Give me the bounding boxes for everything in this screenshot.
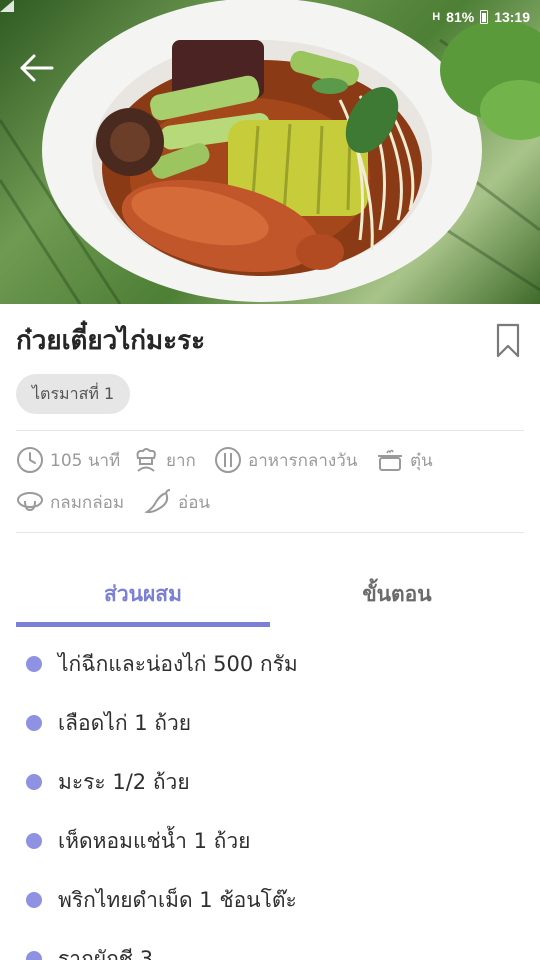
pot-icon xyxy=(378,449,402,471)
back-button[interactable] xyxy=(14,48,58,88)
bookmark-button[interactable] xyxy=(494,322,522,360)
bullet-dot xyxy=(26,774,42,790)
list-item: รากผักชี 3 xyxy=(0,939,540,960)
meta-meal-label: อาหารกลางวัน xyxy=(248,450,358,471)
list-item: พริกไทยดำเม็ด 1 ช้อนโต๊ะ xyxy=(0,880,540,920)
ingredient-text: ไก่ฉีกและน่องไก่ 500 กรัม xyxy=(58,651,298,676)
recipe-photo: H 81% 13:19 xyxy=(0,0,540,304)
ingredient-text: มะระ 1/2 ถ้วย xyxy=(58,769,190,794)
noodle-bowl-illustration xyxy=(0,0,540,304)
trimester-tag[interactable]: ไตรมาสที่ 1 xyxy=(16,374,131,414)
bullet-dot xyxy=(26,715,42,731)
chili-icon xyxy=(144,489,171,514)
plate-cutlery-icon xyxy=(215,447,241,473)
trimester-tag-label: ไตรมาสที่ 1 xyxy=(32,383,115,403)
ingredient-text: เลือดไก่ 1 ถ้วย xyxy=(58,710,192,735)
bullet-dot xyxy=(26,656,42,672)
recipe-title: ก๋วยเตี๋ยวไก่มะระ xyxy=(16,326,206,356)
meta-difficulty: ยาก xyxy=(132,446,196,474)
status-bar: H 81% 13:19 xyxy=(0,0,540,34)
arrow-left-icon xyxy=(20,54,54,82)
tab-steps[interactable]: ขั้นตอน xyxy=(270,578,524,614)
meta-method-label: ตุ๋น xyxy=(410,450,433,471)
bookmark-icon xyxy=(496,323,520,358)
meta-method: ตุ๋น xyxy=(376,446,433,474)
meta-difficulty-label: ยาก xyxy=(166,450,196,471)
tab-ingredients[interactable]: ส่วนผสม xyxy=(16,578,270,614)
divider-top xyxy=(16,430,524,431)
list-item: มะระ 1/2 ถ้วย xyxy=(0,762,540,802)
meta-time: 105 นาที xyxy=(16,446,120,474)
meta-meal: อาหารกลางวัน xyxy=(214,446,357,474)
bullet-dot xyxy=(26,892,42,908)
clock: 13:19 xyxy=(494,9,530,25)
meta-taste-label: กลมกล่อม xyxy=(50,492,125,513)
list-item: เลือดไก่ 1 ถ้วย xyxy=(0,703,540,743)
divider-bottom xyxy=(16,532,524,533)
ingredient-text: เห็ดหอมแช่น้ำ 1 ถ้วย xyxy=(58,828,251,853)
list-item: ไก่ฉีกและน่องไก่ 500 กรัม xyxy=(0,644,540,684)
meta-spice: อ่อน xyxy=(144,488,210,516)
bullet-dot xyxy=(26,833,42,849)
meta-taste: กลมกล่อม xyxy=(16,488,124,516)
meta-spice-label: อ่อน xyxy=(178,492,211,513)
active-tab-indicator xyxy=(16,622,270,627)
bullet-dot xyxy=(26,951,42,960)
battery-icon xyxy=(480,10,489,24)
meta-time-label: 105 นาที xyxy=(50,450,121,471)
network-indicator: H xyxy=(432,11,441,23)
chef-hat-icon xyxy=(136,448,156,472)
tongue-icon xyxy=(17,492,43,512)
battery-percent: 81% xyxy=(446,9,475,25)
ingredient-text: รากผักชี 3 xyxy=(58,946,154,960)
list-item: เห็ดหอมแช่น้ำ 1 ถ้วย xyxy=(0,821,540,861)
clock-icon xyxy=(17,447,43,473)
ingredient-text: พริกไทยดำเม็ด 1 ช้อนโต๊ะ xyxy=(58,887,297,912)
signal-icon xyxy=(0,0,14,12)
